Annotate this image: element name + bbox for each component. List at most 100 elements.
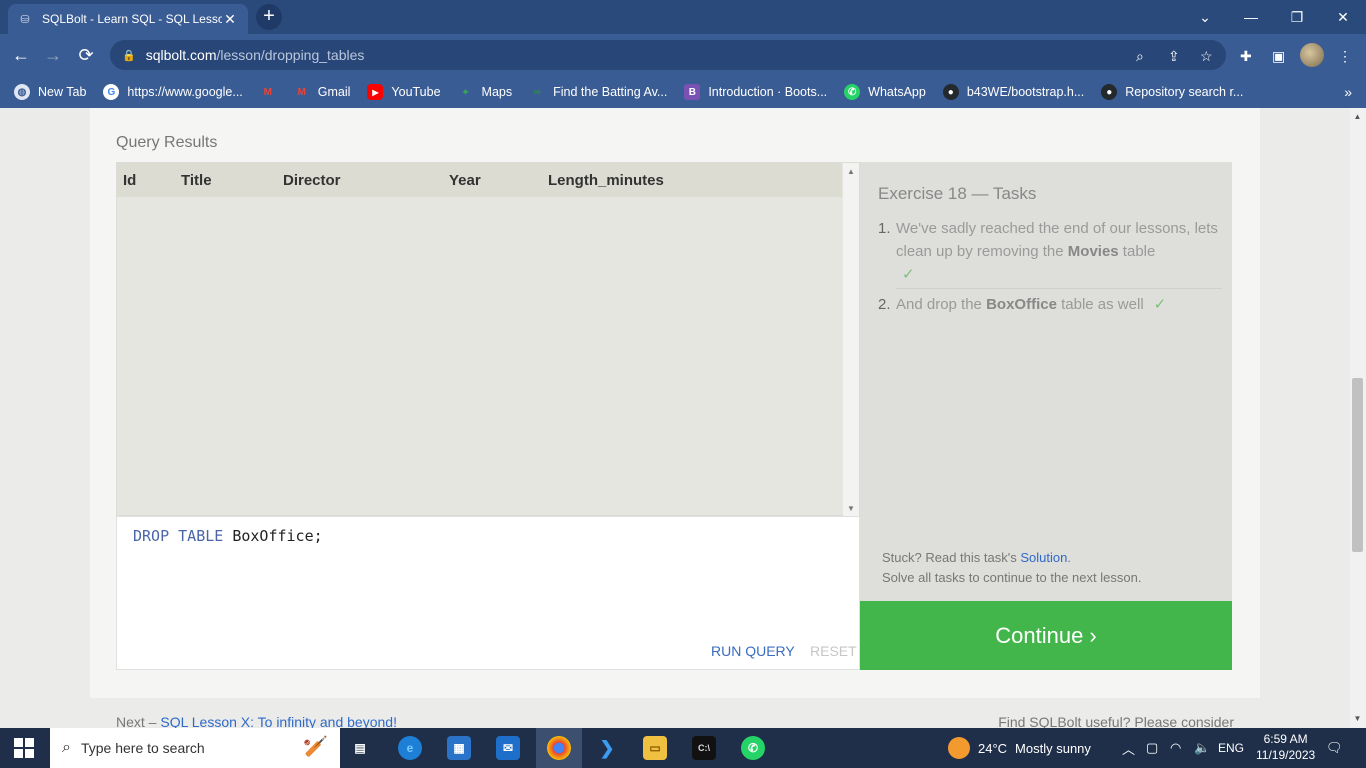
task-number: 2. — [878, 296, 891, 313]
search-placeholder: Type here to search — [80, 740, 205, 756]
close-tab-icon[interactable]: ✕ — [222, 11, 238, 28]
bookmark-google[interactable]: Ghttps://www.google... — [103, 84, 243, 100]
forward-arrow-icon[interactable]: → — [40, 42, 66, 68]
back-arrow-icon[interactable]: ← — [8, 42, 34, 68]
meet-now-icon[interactable]: ▢ — [1146, 728, 1158, 768]
stuck-help: Stuck? Read this task's Solution. Solve … — [882, 550, 1142, 585]
continue-button[interactable]: Continue › — [860, 601, 1232, 670]
minimize-button[interactable]: — — [1228, 0, 1274, 34]
scroll-up-icon[interactable]: ▲ — [847, 167, 855, 176]
sql-statement-rest: BoxOffice; — [223, 527, 323, 545]
new-tab-button[interactable]: + — [256, 4, 282, 30]
search-icon: ⌕ — [62, 739, 71, 756]
bookmark-github-2[interactable]: ● Repository search r... — [1101, 84, 1243, 100]
bookmark-gmail[interactable]: M Gmail — [294, 84, 351, 100]
star-icon[interactable]: ☆ — [1200, 48, 1213, 65]
restore-button[interactable]: ❐ — [1274, 0, 1320, 34]
browser-tab[interactable]: ⛁ SQLBolt - Learn SQL - SQL Lesso ✕ — [8, 4, 248, 34]
reload-icon[interactable]: ⟳ — [73, 42, 99, 68]
reset-button[interactable]: RESET — [810, 643, 857, 659]
bookmark-new-tab[interactable]: ◍ New Tab — [14, 84, 86, 100]
weather-widget[interactable]: 24°C Mostly sunny — [948, 728, 1091, 768]
chevron-right-icon[interactable]: » — [1344, 84, 1352, 100]
bookmark-maps[interactable]: ⌖ Maps — [458, 84, 512, 100]
edge-icon[interactable]: e — [398, 736, 422, 760]
menu-icon[interactable]: ⋮ — [1338, 48, 1352, 65]
bookmark-bootstrap[interactable]: B Introduction · Boots... — [684, 84, 827, 100]
task-text: And drop the — [896, 296, 987, 313]
next-lesson-link[interactable]: SQL Lesson X: To infinity and beyond! — [160, 714, 397, 728]
tab-title: SQLBolt - Learn SQL - SQL Lesso — [42, 12, 222, 26]
database-icon: ⛁ — [20, 13, 30, 26]
scroll-up-icon[interactable]: ▲ — [1352, 112, 1363, 121]
google-icon: G — [103, 84, 120, 100]
store-icon[interactable]: ▦ — [447, 736, 471, 760]
task-table-name: BoxOffice — [986, 296, 1057, 313]
sun-icon — [948, 737, 970, 759]
chevron-up-icon[interactable]: ︿ — [1122, 728, 1135, 768]
sql-keyword: DROP TABLE — [133, 527, 224, 545]
exercise-title: Exercise 18 — Tasks — [878, 184, 1037, 203]
notifications-icon[interactable]: 🗨 — [1326, 728, 1343, 768]
system-clock[interactable]: 6:59 AM 11/19/2023 — [1256, 731, 1315, 763]
solution-link[interactable]: Solution — [1020, 550, 1067, 565]
weather-text: Mostly sunny — [1015, 740, 1091, 756]
check-icon: ✓ — [902, 266, 915, 283]
donate-text: Find SQLBolt useful? Please consider — [998, 714, 1234, 728]
gfg-icon: ∞ — [533, 86, 541, 98]
language-indicator[interactable]: ENG — [1218, 728, 1244, 768]
page-viewport: Query Results Id Title Director Year Len… — [0, 108, 1350, 728]
globe-icon: ◍ — [14, 84, 30, 100]
url-host: sqlbolt.com — [145, 47, 217, 63]
search-icon[interactable]: ⌕ — [1136, 48, 1144, 65]
column-header-length-minutes: Length_minutes — [542, 163, 842, 197]
task-text-end: table — [1118, 243, 1156, 260]
close-window-button[interactable]: ✕ — [1320, 0, 1366, 34]
bookmark-gmail-icon-only[interactable]: M — [260, 84, 284, 100]
results-table: Id Title Director Year Length_minutes — [117, 163, 842, 197]
taskbar-search-input[interactable]: ⌕ Type here to search 🏏 — [50, 728, 340, 768]
chrome-icon[interactable] — [547, 736, 571, 760]
page-scroll-thumb[interactable] — [1352, 378, 1363, 552]
side-panel-icon[interactable]: ▣ — [1272, 48, 1285, 65]
run-query-button[interactable]: RUN QUERY — [711, 643, 795, 659]
column-header-title: Title — [175, 163, 277, 197]
share-icon[interactable]: ⇪ — [1168, 48, 1180, 65]
scroll-down-icon[interactable]: ▼ — [847, 504, 855, 513]
profile-avatar[interactable] — [1300, 43, 1324, 67]
exercise-tasks-panel: Exercise 18 — Tasks 1. We've sadly reach… — [860, 162, 1232, 602]
bookmark-gfg[interactable]: ∞ Find the Batting Av... — [529, 84, 668, 100]
solve-all-text: Solve all tasks to continue to the next … — [882, 570, 1142, 585]
scroll-down-icon[interactable]: ▼ — [1352, 714, 1363, 723]
whatsapp-icon[interactable]: ✆ — [741, 736, 765, 760]
gmail-icon: M — [263, 86, 272, 98]
windows-start-icon[interactable] — [14, 738, 34, 758]
task-table-name: Movies — [1067, 243, 1119, 260]
query-results-title: Query Results — [116, 134, 218, 151]
wifi-icon[interactable]: ◠ — [1170, 728, 1181, 768]
task-view-icon[interactable]: ▤ — [348, 736, 372, 760]
bookmarks-bar: ◍ New Tab Ghttps://www.google... M M Gmail… — [0, 76, 1366, 108]
table-header-row: Id Title Director Year Length_minutes — [117, 163, 842, 197]
results-scrollbar[interactable]: ▲ ▼ — [843, 163, 859, 517]
clock-date: 11/19/2023 — [1256, 748, 1316, 762]
address-bar[interactable]: 🔒 sqlbolt.com/lesson/dropping_tables — [110, 40, 1226, 70]
vscode-icon[interactable]: ❯ — [595, 736, 619, 760]
tab-search-icon[interactable]: ⌄ — [1182, 0, 1228, 34]
task-number: 1. — [878, 220, 891, 237]
tab-bar: ⛁ SQLBolt - Learn SQL - SQL Lesso ✕ + ⌄ … — [0, 0, 1366, 34]
clock-time: 6:59 AM — [1263, 732, 1308, 746]
terminal-icon[interactable]: C:\ — [692, 736, 716, 760]
bookmark-github-1[interactable]: ● b43WE/bootstrap.h... — [942, 84, 1084, 100]
bookmark-youtube[interactable]: ▶ YouTube — [367, 84, 441, 100]
task-text: We've sadly reached the end of our lesso… — [896, 220, 1218, 260]
lesson-content: Query Results Id Title Director Year Len… — [90, 108, 1260, 728]
github-icon: ● — [942, 84, 959, 100]
sql-editor[interactable]: DROP TABLE BoxOffice; RUN QUERY RESET — [116, 516, 860, 670]
sql-code[interactable]: DROP TABLE BoxOffice; — [133, 527, 323, 545]
bookmark-whatsapp[interactable]: ✆ WhatsApp — [844, 84, 926, 100]
file-explorer-icon[interactable]: ▭ — [643, 736, 667, 760]
extensions-icon[interactable]: ✚ — [1240, 48, 1252, 65]
mail-icon[interactable]: ✉ — [496, 736, 520, 760]
volume-icon[interactable]: 🔈 — [1194, 728, 1210, 768]
